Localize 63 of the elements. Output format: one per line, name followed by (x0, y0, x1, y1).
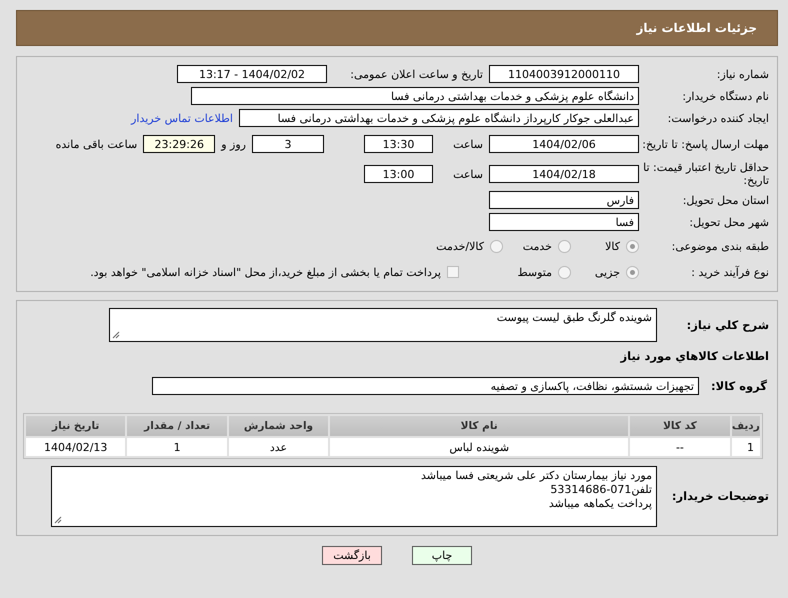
deadline-time-field: 13:30 (364, 135, 433, 153)
section-title: اطلاعات کالاهاي مورد نياز (619, 350, 769, 362)
column-header: ردیف (732, 416, 760, 436)
resize-grip-icon[interactable] (54, 516, 62, 524)
buyer-notes-textarea[interactable]: مورد نیاز بیمارستان دکتر علی شریعتی فسا میباشد تلفن071-53314686 پرداخت یکماهه میباشد (51, 466, 657, 526)
radio-label: خدمت (522, 240, 552, 252)
checkbox[interactable] (447, 266, 459, 278)
remaining-time-field: 23:29:26 (143, 135, 216, 153)
column-header: تاریخ نیاز (26, 416, 126, 436)
field-label: توضیحات خریدار: (670, 490, 769, 502)
requester-field: عبدالعلی جوکار کارپرداز دانشگاه علوم پزشکی و خدمات بهداشتی درمانی فسا (239, 109, 639, 127)
field-label: ایجاد کننده درخواست: (666, 112, 769, 124)
print-button[interactable]: چاپ (412, 546, 472, 565)
time-label: ساعت (452, 138, 484, 150)
radio-label: کالا (605, 240, 620, 252)
days-field: 3 (252, 135, 324, 153)
column-header: نام کالا (330, 416, 628, 436)
radio-label: جزیی (594, 266, 620, 278)
column-header: تعداد / مقدار (127, 416, 227, 436)
field-label: نام دستگاه خریدار: (681, 90, 769, 102)
time-label: ساعت (452, 168, 484, 180)
days-label: روز و (220, 138, 247, 150)
radio-button[interactable] (626, 266, 639, 278)
radio-button[interactable] (558, 266, 571, 278)
radio-button[interactable] (558, 240, 571, 252)
resize-grip-icon[interactable] (112, 331, 120, 339)
radio-button[interactable] (490, 240, 503, 252)
column-header: واحد شمارش (228, 416, 328, 436)
field-label: حداقل تاریخ اعتبار قیمت: تا تاریخ: (642, 161, 769, 187)
checkbox-label: پرداخت تمام یا بخشی از مبلغ خرید،از محل "اسناد خزانه اسلامی" خواهد بود. (90, 266, 441, 278)
field-label: استان محل تحویل: (682, 194, 769, 206)
radio-button[interactable] (626, 240, 639, 252)
field-label: گروه کالا: (710, 380, 767, 392)
field-label: مهلت ارسال پاسخ: تا تاریخ: (641, 138, 769, 150)
table-cell: 1 (732, 438, 760, 456)
table-cell: عدد (228, 438, 328, 456)
field-label: شرح کلي نياز: (686, 318, 769, 332)
field-label: تاریخ و ساعت اعلان عمومی: (349, 68, 484, 80)
validity-date-field: 1404/02/18 (489, 165, 639, 183)
buyer-contact-link[interactable]: اطلاعات تماس خریدار (125, 112, 239, 124)
remaining-label: ساعت باقی مانده (54, 138, 138, 150)
radio-label: متوسط (517, 266, 552, 278)
province-field: فارس (489, 191, 639, 209)
field-label: طبقه بندی موضوعی: (670, 240, 769, 252)
deadline-date-field: 1404/02/06 (489, 135, 639, 153)
buyer-org-field: دانشگاه علوم پزشکی و خدمات بهداشتی درمانی فسا (191, 87, 639, 105)
table-cell: -- (630, 438, 730, 456)
radio-label: کالا/خدمت (436, 240, 484, 252)
back-button[interactable]: بازگشت (322, 546, 382, 565)
announce-date-field: 1404/02/02 - 13:17 (177, 65, 327, 83)
field-label: شهر محل تحویل: (688, 216, 769, 228)
validity-time-field: 13:00 (364, 165, 433, 183)
table-cell: شوینده لباس (330, 438, 628, 456)
table-cell: 1404/02/13 (26, 438, 126, 456)
goods-group-field: تجهیزات شستشو، نظافت، پاکسازی و تصفیه (152, 377, 699, 395)
table-cell: 1 (127, 438, 227, 456)
need-number-field: 1104003912000110 (489, 65, 639, 83)
column-header: کد کالا (630, 416, 730, 436)
field-label: شماره نیاز: (716, 68, 769, 80)
page-title: جزئیات اطلاعات نیاز (636, 21, 757, 35)
field-label: نوع فرآیند خرید : (690, 266, 769, 278)
city-field: فسا (489, 213, 639, 231)
description-textarea[interactable]: شوینده گلرنگ طبق لیست پیوست (109, 308, 657, 342)
